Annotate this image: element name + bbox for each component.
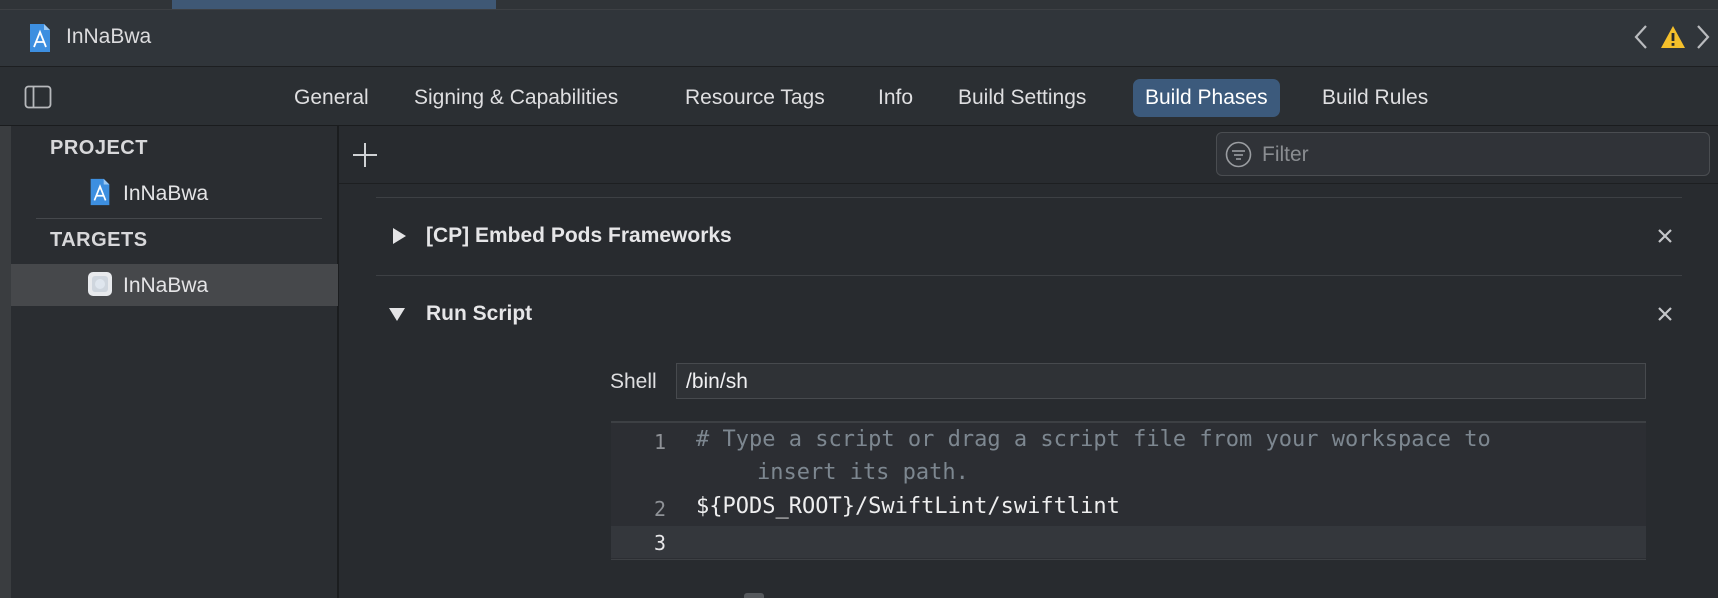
sidebar-toggle-icon[interactable]	[24, 85, 52, 109]
plus-icon[interactable]	[350, 140, 380, 170]
close-icon[interactable]	[1656, 227, 1674, 245]
xcode-project-icon	[30, 24, 50, 52]
tab-general[interactable]: General	[282, 79, 381, 117]
disclosure-triangle-icon[interactable]	[388, 305, 406, 323]
code-line[interactable]: ${PODS_ROOT}/SwiftLint/swiftlint	[696, 494, 1120, 519]
phase-title-embed-pods[interactable]: [CP] Embed Pods Frameworks	[426, 224, 732, 248]
tab-info[interactable]: Info	[866, 79, 925, 117]
line-number: 3	[653, 531, 666, 555]
project-section-header: PROJECT	[50, 137, 148, 159]
sidebar-divider	[36, 218, 322, 219]
chevron-right-icon[interactable]	[1694, 22, 1712, 52]
phase-divider	[376, 197, 1682, 198]
code-line-continuation[interactable]: insert its path.	[704, 460, 969, 485]
xcode-project-icon	[90, 178, 110, 206]
tab-signing-capabilities[interactable]: Signing & Capabilities	[402, 79, 630, 117]
checkbox-partial[interactable]	[744, 593, 764, 598]
project-title: InNaBwa	[66, 25, 152, 48]
line-number: 1	[653, 430, 666, 454]
tab-build-rules[interactable]: Build Rules	[1310, 79, 1440, 117]
phase-divider	[376, 275, 1682, 276]
window-tab-indicator[interactable]	[172, 0, 496, 9]
phase-title-run-script[interactable]: Run Script	[426, 302, 532, 326]
sidebar-item-target[interactable]: InNaBwa	[11, 264, 338, 306]
shell-label: Shell	[610, 370, 657, 393]
title-bar	[0, 10, 1718, 67]
disclosure-triangle-icon[interactable]	[390, 227, 408, 245]
app-target-icon	[88, 272, 112, 296]
sidebar-item-label: InNaBwa	[123, 182, 209, 205]
tab-build-settings[interactable]: Build Settings	[946, 79, 1098, 117]
targets-section-header: TARGETS	[50, 229, 148, 251]
sidebar-item-project[interactable]: InNaBwa	[11, 172, 338, 214]
tab-build-phases[interactable]: Build Phases	[1133, 79, 1280, 117]
shell-input[interactable]	[684, 365, 1638, 399]
editor-tab-bar	[0, 67, 1718, 126]
toolbar-divider	[339, 183, 1718, 184]
code-line[interactable]: # Type a script or drag a script file fr…	[696, 427, 1491, 452]
filter-icon	[1225, 141, 1252, 168]
current-line-highlight	[611, 526, 1646, 558]
line-number: 2	[653, 497, 666, 521]
chevron-left-icon[interactable]	[1632, 22, 1650, 52]
sidebar-item-label: InNaBwa	[123, 274, 209, 297]
warning-icon[interactable]	[1660, 25, 1686, 49]
tab-resource-tags[interactable]: Resource Tags	[673, 79, 837, 117]
close-icon[interactable]	[1656, 305, 1674, 323]
filter-input[interactable]	[1260, 134, 1704, 176]
